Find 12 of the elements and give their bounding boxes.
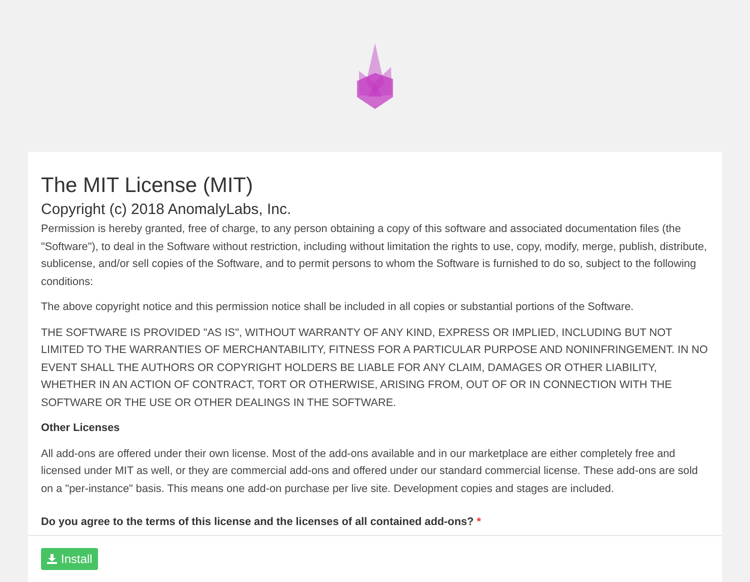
copyright-text: Copyright (c) 2018 AnomalyLabs, Inc. — [41, 201, 292, 218]
download-icon — [47, 554, 57, 564]
license-paragraph: The above copyright notice and this permission notice shall be included in all copies or substantial portions of the Software. — [41, 300, 635, 315]
install-button[interactable]: Install — [41, 548, 98, 570]
section-heading: Other Licenses — [41, 421, 121, 436]
license-paragraph: All add-ons are offered under their own license. Most of the add-ons available and in our marketplace are either completely free and licensed under MIT as well, or they are commercial add-ons and offered under our standard commercial license. These add-ons are sold on a "per-instance" basis. This means one add-on purchase per live site. Development copies and stages are included. — [41, 446, 699, 496]
flame-logo — [356, 43, 394, 109]
license-paragraph: Permission is hereby granted, free of charge, to any person obtaining a copy of this software and associated documentation files (the "Software"), to deal in the Software without restriction, including without limitation the rights to use, copy, modify, merge, publish, distribute, sublicense, and/or sell copies of the Software, and to permit persons to whom the Software is furnished to do so, subject to the following conditions: — [41, 222, 708, 290]
question-label: Do you agree to the terms of this license and the licenses of all contained add-ons? — [41, 516, 474, 528]
required-mark: * — [476, 516, 481, 528]
license-paragraph: THE SOFTWARE IS PROVIDED "AS IS", WITHOUT WARRANTY OF ANY KIND, EXPRESS OR IMPLIED, INCLUDING BUT NOT LIMITED TO THE WARRANTIES OF MERCHANTABILITY, FITNESS FOR A PARTICULAR PURPOSE AND NONINFRINGEMENT. IN NO EVENT SHALL THE AUTHORS OR COPYRIGHT HOLDERS BE LIABLE FOR ANY CLAIM, DAMAGES OR OTHER LIABILITY, WHETHER IN AN ACTION OF CONTRACT, TORT OR OTHERWISE, ARISING FROM, OUT OF OR IN CONNECTION WITH THE SOFTWARE OR THE USE OR OTHER DEALINGS IN THE SOFTWARE. — [41, 326, 709, 410]
license-title: The MIT License (MIT) — [41, 174, 254, 198]
